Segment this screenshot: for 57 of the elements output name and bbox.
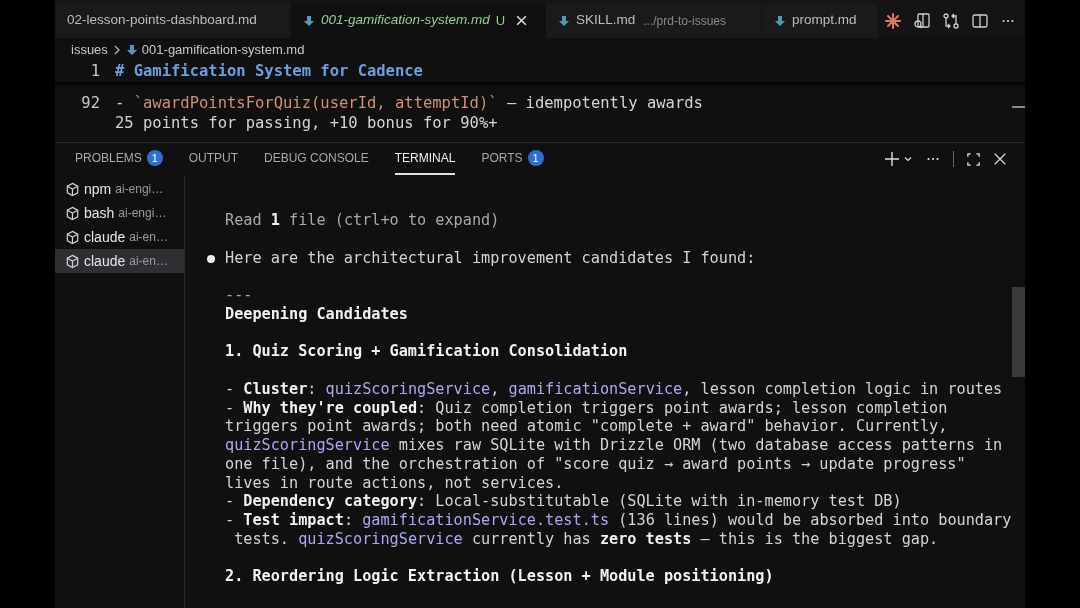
- cube-icon: [65, 229, 80, 245]
- bullet-icon: [207, 254, 215, 263]
- preview-icon[interactable]: [913, 11, 931, 30]
- editor-tab[interactable]: 02-lesson-points-dashboard.md: [55, 3, 290, 38]
- terminal-item[interactable]: npm ai-engi…: [55, 177, 184, 201]
- terminal-line: 2. Reordering Logic Extraction (Lesson + Module positioning): [225, 567, 774, 586]
- code-line: # Gamification System for Cadence: [115, 61, 423, 83]
- down-arrow-icon: [303, 14, 315, 27]
- editor-tab[interactable]: 001-gamification-system.md U: [291, 3, 546, 38]
- terminal-line: 1. Quiz Scoring + Gamification Consolidation: [225, 342, 628, 361]
- terminal-line: lives in route actions, not services.: [225, 473, 564, 492]
- breadcrumb-item[interactable]: issues: [71, 40, 108, 60]
- terminal-line: quizScoringService mixes raw SQLite with Drizzle ORM (two database access patterns in: [225, 436, 1003, 454]
- close-icon[interactable]: [515, 14, 529, 27]
- panel-tab[interactable]: PORTS 1: [481, 143, 544, 175]
- terminal-line: - Why they're coupled: Quiz completion triggers point awards; lesson completion: [225, 398, 948, 417]
- terminal-line: tests. quizScoringService currently has zero tests — this is the biggest gap.: [233, 529, 939, 548]
- terminal-line: triggers point awards; both need atomic "complete + award" behavior. Currently,: [225, 417, 948, 436]
- plus-icon[interactable]: [884, 151, 900, 167]
- editor-tab[interactable]: SKILL.md .../prd-to-issues: [546, 3, 761, 38]
- terminal-line: - Dependency category: Local-substitutable (SQLite with in-memory test DB): [225, 492, 902, 511]
- panel-tab[interactable]: OUTPUT: [188, 143, 239, 175]
- code-line: - `awardPointsForQuiz(userId, attemptId)` — idempotently awards: [115, 93, 703, 115]
- down-arrow-icon: [125, 44, 138, 56]
- terminal-item[interactable]: bash ai-engi…: [55, 201, 184, 225]
- terminal-item[interactable]: claude ai-en…: [55, 249, 184, 273]
- cube-icon: [65, 205, 80, 221]
- scrollbar-marker: [1012, 106, 1025, 108]
- starburst-icon[interactable]: [884, 11, 902, 30]
- terminal-line: ---: [225, 286, 253, 304]
- editor-tab[interactable]: prompt.md: [762, 3, 877, 38]
- line-number: 1: [89, 61, 101, 83]
- cube-icon: [65, 253, 80, 269]
- terminal-line: Deepening Candidates: [225, 304, 408, 323]
- terminal-line: - Test impact: gamificationService.test.ts (136 lines) would be absorbed into boundary: [225, 511, 1012, 529]
- terminal-line: Read 1 file (ctrl+o to expand): [225, 211, 500, 229]
- terminal-line: - Cluster: quizScoringService, gamificationService, lesson completion logic in routes: [225, 379, 1003, 398]
- terminal-line: one file), and the orchestration of "score quiz → award points → update progress": [225, 454, 966, 473]
- breadcrumb-item[interactable]: 001-gamification-system.md: [141, 40, 305, 60]
- chevron-down-icon[interactable]: [903, 154, 913, 164]
- down-arrow-icon: [774, 14, 786, 27]
- count-badge: 1: [146, 150, 163, 166]
- down-arrow-icon: [558, 14, 570, 27]
- terminal-line: Here are the architectural improvement candidates I found:: [225, 248, 756, 267]
- code-line: 25 points for passing, +10 bonus for 90%+: [115, 113, 498, 135]
- split-editor-icon[interactable]: [971, 11, 989, 30]
- panel-tab[interactable]: TERMINAL: [394, 143, 456, 175]
- cube-icon: [65, 181, 80, 197]
- maximize-icon[interactable]: [966, 151, 981, 167]
- terminal-item[interactable]: claude ai-en…: [55, 225, 184, 249]
- scrollbar-thumb[interactable]: [1012, 287, 1025, 377]
- close-icon[interactable]: [993, 152, 1007, 166]
- line-number: 92: [80, 93, 101, 115]
- count-badge: 1: [527, 150, 544, 166]
- panel-tab[interactable]: PROBLEMS 1: [75, 143, 163, 175]
- panel-tab[interactable]: DEBUG CONSOLE: [264, 143, 369, 175]
- compare-changes-icon[interactable]: [942, 11, 960, 30]
